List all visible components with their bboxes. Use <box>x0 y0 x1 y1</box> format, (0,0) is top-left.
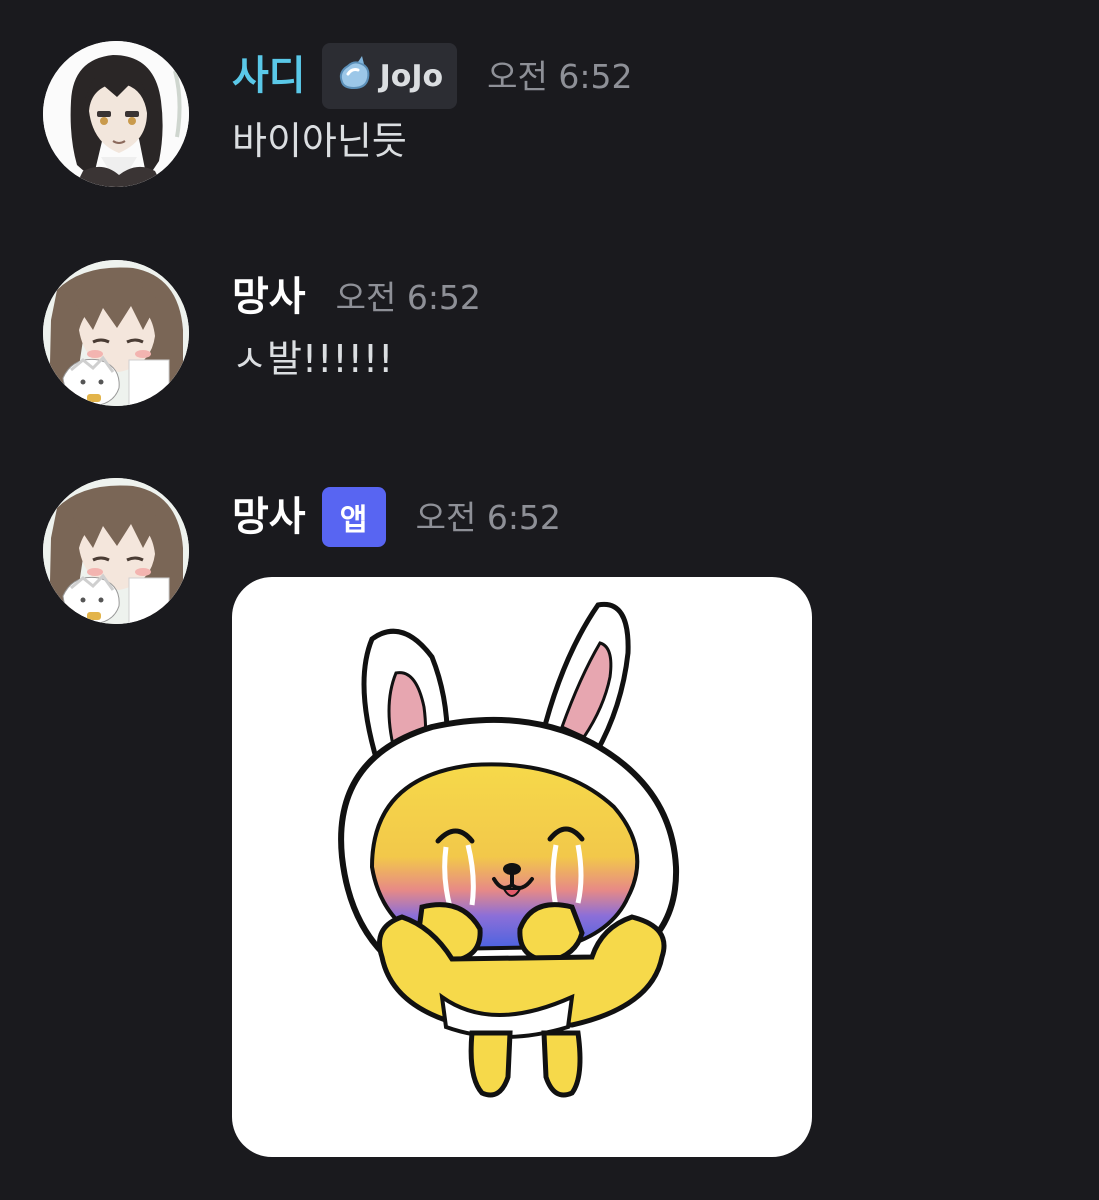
avatar[interactable] <box>43 260 189 406</box>
badge-label: JoJo <box>379 58 444 94</box>
username[interactable]: 망사 <box>232 497 306 537</box>
message-text: 바이아닌듯 <box>232 119 407 163</box>
username[interactable]: 사디 <box>232 56 306 96</box>
app-badge: 앱 <box>321 487 386 547</box>
avatar[interactable] <box>43 41 189 187</box>
water-drop-icon <box>334 56 374 96</box>
message-header: 사디 JoJo 오전 6:52 <box>232 43 632 109</box>
timestamp[interactable]: 오전 6:52 <box>336 281 481 314</box>
crying-bunny-sticker-icon <box>338 601 680 1098</box>
avatar[interactable] <box>43 478 189 624</box>
sticker[interactable] <box>232 577 812 1157</box>
timestamp[interactable]: 오전 6:52 <box>416 501 561 534</box>
username[interactable]: 망사 <box>232 277 306 317</box>
message-text: ㅅ발!!!!!! <box>232 337 394 381</box>
message-header: 망사 앱 오전 6:52 <box>232 484 561 550</box>
timestamp[interactable]: 오전 6:52 <box>487 60 632 93</box>
message-header: 망사 오전 6:52 <box>232 264 481 330</box>
jojo-badge[interactable]: JoJo <box>321 43 458 109</box>
